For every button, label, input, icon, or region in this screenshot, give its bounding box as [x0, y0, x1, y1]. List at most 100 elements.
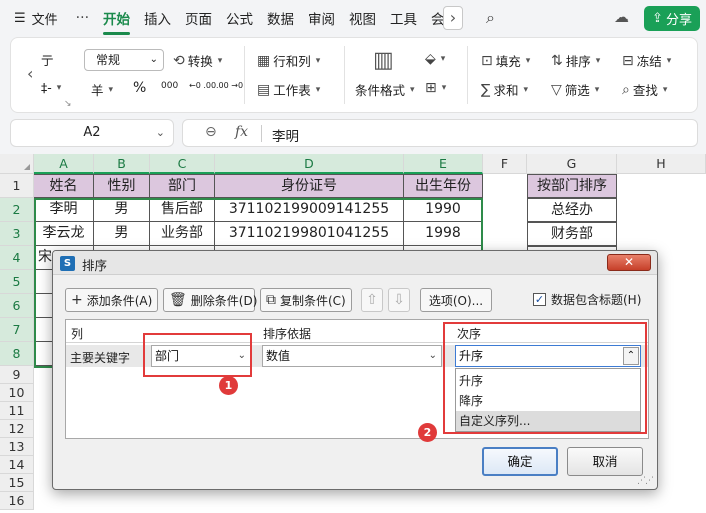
table-cell[interactable]: 业务部 [150, 222, 215, 246]
table-header-cell[interactable]: 身份证号 [215, 174, 404, 198]
cell-style-button[interactable]: ⬙ ▾ [425, 51, 445, 67]
sort-order-header-cell[interactable]: 按部门排序 [527, 174, 617, 198]
close-button[interactable]: ✕ [607, 254, 651, 271]
formula-bar[interactable]: ⊖ fx 李明 [182, 119, 698, 147]
dialog-title-bar[interactable]: S 排序 ✕ [53, 251, 657, 275]
column-header-a[interactable]: A [34, 154, 94, 174]
primary-key-select[interactable]: 部门 ⌄ [151, 345, 251, 367]
row-header[interactable]: 13 [0, 438, 34, 456]
table-cell[interactable]: 1998 [404, 222, 483, 246]
sort-order-cell[interactable]: 总经办 [527, 198, 617, 222]
sort-order-cell[interactable]: 财务部 [527, 222, 617, 246]
table-cell[interactable]: 1990 [404, 198, 483, 222]
cancel-button[interactable]: 取消 [567, 447, 643, 476]
resize-grip-icon[interactable]: ⋰⋰ [637, 476, 654, 486]
table-header-cell[interactable]: 性别 [94, 174, 150, 198]
share-button[interactable]: ⇪ 分享 [644, 6, 700, 31]
column-header-f[interactable]: F [483, 154, 527, 174]
tab-formula[interactable]: 公式 [226, 8, 253, 28]
row-header[interactable]: 14 [0, 456, 34, 474]
percent-button[interactable]: % [133, 80, 146, 96]
convert-button[interactable]: ⟲ 转换 ▾ [173, 51, 222, 70]
row-col-button[interactable]: ▦ 行和列 ▾ [257, 51, 320, 70]
tab-home[interactable]: 开始 [103, 8, 131, 35]
cloud-status-icon[interactable]: ☁ [614, 8, 629, 26]
table-cell[interactable]: 男 [94, 198, 150, 222]
border-button[interactable]: ⊞ ▾ [425, 80, 446, 96]
column-header-c[interactable]: C [150, 154, 215, 174]
row-header[interactable]: 7 [0, 318, 34, 342]
row-header[interactable]: 15 [0, 474, 34, 492]
tab-scroll-right-icon[interactable]: › [443, 6, 463, 30]
select-all-corner[interactable] [0, 154, 34, 174]
tab-data[interactable]: 数据 [267, 8, 294, 28]
options-button[interactable]: 选项(O)... [420, 288, 492, 312]
delete-condition-button[interactable]: 🗑 删除条件(D) [163, 288, 257, 312]
row-header[interactable]: 3 [0, 222, 34, 246]
zoom-icon[interactable]: ⊖ [205, 124, 217, 140]
add-condition-button[interactable]: + 添加条件(A) [65, 288, 158, 312]
row-header[interactable]: 9 [0, 366, 34, 384]
sort-button[interactable]: ⇅ 排序 ▾ [551, 51, 600, 70]
column-header-h[interactable]: H [617, 154, 706, 174]
tab-view[interactable]: 视图 [349, 8, 376, 28]
thousands-button[interactable]: 000 [161, 81, 178, 91]
fill-button[interactable]: ⊡ 填充 ▾ [481, 51, 530, 70]
conditional-format-button[interactable]: 条件格式 ▾ [355, 80, 415, 99]
table-cell[interactable]: 售后部 [150, 198, 215, 222]
conditional-format-icon[interactable]: ▥ [373, 48, 394, 73]
has-header-checkbox[interactable]: ✓ 数据包含标题(H) [533, 291, 641, 308]
file-menu[interactable]: ☰ 文件 [14, 9, 58, 28]
row-header[interactable]: 10 [0, 384, 34, 402]
column-header-b[interactable]: B [94, 154, 150, 174]
table-header-cell[interactable]: 部门 [150, 174, 215, 198]
row-header[interactable]: 6 [0, 294, 34, 318]
row-header[interactable]: 5 [0, 270, 34, 294]
find-button[interactable]: ⌕ 查找 ▾ [622, 80, 667, 99]
row-header[interactable]: 2 [0, 198, 34, 222]
name-box[interactable]: A2 ⌄ [10, 119, 174, 147]
column-header-d[interactable]: D [215, 154, 404, 174]
tab-insert[interactable]: 插入 [144, 8, 171, 28]
order-option-custom[interactable]: 自定义序列... [456, 411, 640, 431]
tab-review[interactable]: 审阅 [308, 8, 335, 28]
search-icon[interactable]: ⌕ [486, 8, 495, 28]
sort-order-select[interactable]: 升序 ⌃ [455, 345, 641, 367]
table-cell[interactable]: 男 [94, 222, 150, 246]
decrease-decimal-button[interactable]: .00 →0 [216, 81, 243, 90]
move-down-button[interactable]: ⇩ [388, 288, 410, 312]
ribbon-partial-bottom[interactable]: ‡‐ ▾ [41, 80, 61, 95]
number-format-select[interactable]: 常规 ⌄ [84, 49, 164, 71]
sort-basis-select[interactable]: 数值 ⌄ [262, 345, 442, 367]
row-header[interactable]: 12 [0, 420, 34, 438]
ribbon-scroll-left-icon[interactable]: ‹ [27, 64, 33, 83]
table-cell[interactable]: 371102199801041255 [215, 222, 404, 246]
freeze-button[interactable]: ⊟ 冻结 ▾ [622, 51, 671, 70]
increase-decimal-button[interactable]: ←0 .00 [189, 81, 216, 90]
table-cell[interactable]: 李云龙 [34, 222, 94, 246]
row-header[interactable]: 16 [0, 492, 34, 510]
row-header[interactable]: 8 [0, 342, 34, 366]
row-header[interactable]: 4 [0, 246, 34, 270]
table-cell[interactable]: 371102199009141255 [215, 198, 404, 222]
table-header-cell[interactable]: 出生年份 [404, 174, 483, 198]
ok-button[interactable]: 确定 [482, 447, 558, 476]
filter-button[interactable]: ▽ 筛选 ▾ [551, 80, 599, 99]
column-header-e[interactable]: E [404, 154, 483, 174]
move-up-button[interactable]: ⇧ [361, 288, 383, 312]
currency-button[interactable]: 羊 ▾ [91, 80, 113, 99]
table-cell[interactable]: 李明 [34, 198, 94, 222]
function-icon[interactable]: fx [235, 124, 248, 140]
column-header-g[interactable]: G [527, 154, 617, 174]
tab-page[interactable]: 页面 [185, 8, 212, 28]
dialog-launcher-icon[interactable]: ↘ [64, 99, 72, 109]
tab-tools[interactable]: 工具 [390, 8, 417, 28]
row-header[interactable]: 1 [0, 174, 34, 198]
more-icon[interactable]: ··· [76, 10, 89, 26]
copy-condition-button[interactable]: ⧉ 复制条件(C) [260, 288, 352, 312]
order-option-descending[interactable]: 降序 [456, 391, 640, 411]
row-header[interactable]: 11 [0, 402, 34, 420]
order-option-ascending[interactable]: 升序 [456, 371, 640, 391]
ribbon-partial-top[interactable]: 亍 [41, 50, 54, 69]
worksheet-button[interactable]: ▤ 工作表 ▾ [257, 80, 320, 99]
